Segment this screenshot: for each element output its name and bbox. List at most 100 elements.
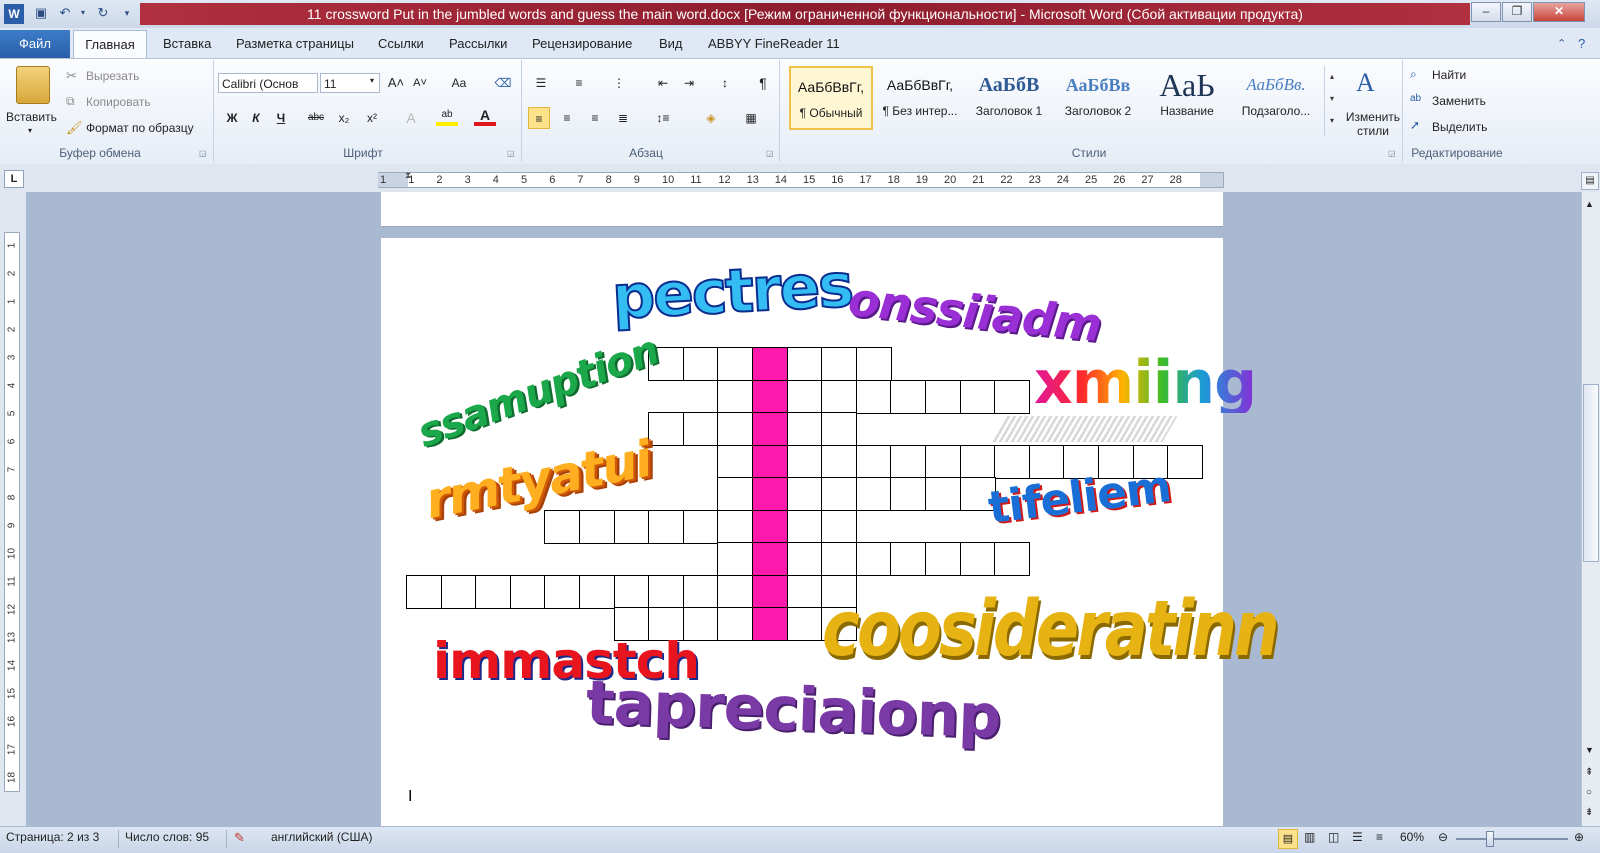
crossword-cell[interactable]: [786, 347, 823, 381]
paragraph-launcher-icon[interactable]: ◲: [766, 149, 774, 158]
align-left-icon[interactable]: ≡: [528, 107, 550, 129]
strikethrough-button[interactable]: abc: [305, 107, 327, 129]
zoom-level[interactable]: 60%: [1400, 830, 1424, 844]
crossword-cell[interactable]: [717, 412, 754, 446]
crossword-key-cell[interactable]: [752, 574, 788, 609]
highlight-color-icon[interactable]: ab: [436, 104, 458, 126]
save-icon[interactable]: ▣: [32, 4, 50, 22]
crossword-cell[interactable]: [925, 379, 961, 414]
crossword-cell[interactable]: [959, 379, 996, 414]
crossword-key-cell[interactable]: [752, 347, 788, 381]
vertical-ruler[interactable]: [4, 232, 20, 792]
tab-page-layout[interactable]: Разметка страницы: [236, 30, 354, 58]
proofing-icon[interactable]: ✎: [234, 830, 245, 846]
crossword-cell[interactable]: [855, 347, 892, 381]
crossword-cell[interactable]: [613, 509, 650, 544]
crossword-cell[interactable]: [821, 412, 858, 446]
crossword-cell[interactable]: [821, 542, 858, 576]
crossword-cell[interactable]: [579, 509, 615, 544]
page-count-status[interactable]: Страница: 2 из 3: [6, 830, 99, 844]
crossword-cell[interactable]: [544, 509, 581, 544]
zoom-out-icon[interactable]: ⊖: [1438, 830, 1448, 844]
style-no-spacing[interactable]: АаБбВвГг, ¶ Без интер...: [878, 66, 962, 130]
crossword-cell[interactable]: [717, 347, 754, 381]
crossword-cell[interactable]: [821, 477, 858, 511]
full-screen-reading-icon[interactable]: ▥: [1304, 830, 1315, 844]
crossword-cell[interactable]: [440, 574, 477, 609]
sort-icon[interactable]: ↕: [714, 72, 736, 94]
find-button[interactable]: Найти: [1432, 68, 1466, 82]
view-ruler-icon[interactable]: ▤: [1581, 172, 1599, 190]
paste-dropdown-icon[interactable]: ▾: [28, 126, 32, 135]
ribbon-minimize-icon[interactable]: ⌃: [1557, 30, 1566, 58]
crossword-cell[interactable]: [786, 509, 823, 544]
align-center-icon[interactable]: ≡: [556, 107, 578, 129]
tab-selector-icon[interactable]: L: [4, 170, 24, 188]
style-subtitle[interactable]: АаБбВв. Подзаголо...: [1234, 66, 1318, 130]
wordart-coosideratinn[interactable]: coosideratinn: [822, 592, 1280, 669]
clear-formatting-icon[interactable]: ⌫: [492, 72, 514, 94]
bullets-icon[interactable]: ☰: [530, 72, 552, 94]
change-case-icon[interactable]: Aa: [448, 72, 470, 94]
multilevel-list-icon[interactable]: ⋮: [608, 72, 630, 94]
font-color-icon[interactable]: A: [474, 104, 496, 126]
crossword-key-cell[interactable]: [752, 509, 788, 544]
crossword-cell[interactable]: [855, 477, 892, 511]
word-count-status[interactable]: Число слов: 95: [125, 830, 209, 844]
crossword-cell[interactable]: [682, 509, 719, 544]
crossword-cell[interactable]: [717, 379, 754, 414]
wordart-pectres[interactable]: pectres: [609, 250, 854, 334]
wordart-xmiing[interactable]: xmiing: [1034, 353, 1257, 413]
crossword-cell[interactable]: [682, 347, 719, 381]
style-heading-2[interactable]: АаБбВв Заголовок 2: [1056, 66, 1140, 130]
crossword-key-cell[interactable]: [752, 444, 788, 479]
crossword-key-cell[interactable]: [752, 607, 788, 641]
crossword-cell[interactable]: [786, 607, 823, 641]
text-effects-icon[interactable]: A: [400, 107, 422, 129]
crossword-cell[interactable]: [821, 347, 858, 381]
superscript-button[interactable]: x²: [361, 107, 383, 129]
help-icon[interactable]: ?: [1578, 30, 1585, 58]
borders-icon[interactable]: ▦: [740, 107, 762, 129]
scrollbar-thumb[interactable]: [1583, 384, 1599, 562]
show-formatting-icon[interactable]: ¶: [752, 72, 774, 94]
crossword-cell[interactable]: [717, 542, 754, 576]
undo-dropdown-icon[interactable]: ▾: [74, 4, 92, 22]
styles-scroll-icon[interactable]: ▴ ▾ ▾: [1324, 66, 1339, 136]
crossword-cell[interactable]: [890, 444, 927, 479]
previous-page-icon[interactable]: ⇞: [1585, 767, 1593, 778]
crossword-cell[interactable]: [648, 574, 685, 609]
underline-button[interactable]: Ч: [270, 107, 292, 129]
minimize-button[interactable]: ‒: [1471, 2, 1501, 22]
change-styles-icon[interactable]: A: [1356, 68, 1375, 98]
draft-view-icon[interactable]: ≡: [1376, 830, 1383, 844]
select-browse-object-icon[interactable]: ○: [1586, 787, 1592, 798]
paste-icon[interactable]: [16, 66, 50, 104]
crossword-cell[interactable]: [717, 607, 754, 641]
bold-button[interactable]: Ж: [221, 107, 243, 129]
tab-home[interactable]: Главная: [73, 30, 147, 59]
crossword-cell[interactable]: [994, 542, 1031, 576]
word-logo-icon[interactable]: W: [4, 4, 24, 24]
crossword-cell[interactable]: [890, 379, 927, 414]
crossword-cell[interactable]: [994, 444, 1031, 479]
cut-icon[interactable]: ✂: [66, 68, 77, 84]
scroll-down-icon[interactable]: ▼: [1585, 745, 1594, 755]
line-spacing-icon[interactable]: ↕≡: [652, 107, 674, 129]
zoom-in-icon[interactable]: ⊕: [1574, 830, 1584, 844]
tab-mailings[interactable]: Рассылки: [449, 30, 507, 58]
font-name-field[interactable]: Calibri (Основ: [218, 73, 318, 93]
format-painter-icon[interactable]: 🖌: [66, 120, 83, 136]
scroll-up-icon[interactable]: ▲: [1585, 199, 1594, 209]
crossword-cell[interactable]: [821, 444, 858, 479]
paste-button[interactable]: Вставить: [6, 110, 57, 124]
crossword-key-cell[interactable]: [752, 477, 788, 511]
crossword-cell[interactable]: [717, 574, 754, 609]
crossword-cell[interactable]: [786, 444, 823, 479]
crossword-cell[interactable]: [648, 412, 685, 446]
tab-insert[interactable]: Вставка: [163, 30, 211, 58]
select-icon[interactable]: ➚: [1410, 118, 1420, 132]
crossword-cell[interactable]: [821, 379, 858, 414]
shrink-font-icon[interactable]: A˅: [409, 72, 431, 94]
decrease-indent-icon[interactable]: ⇤: [652, 72, 674, 94]
